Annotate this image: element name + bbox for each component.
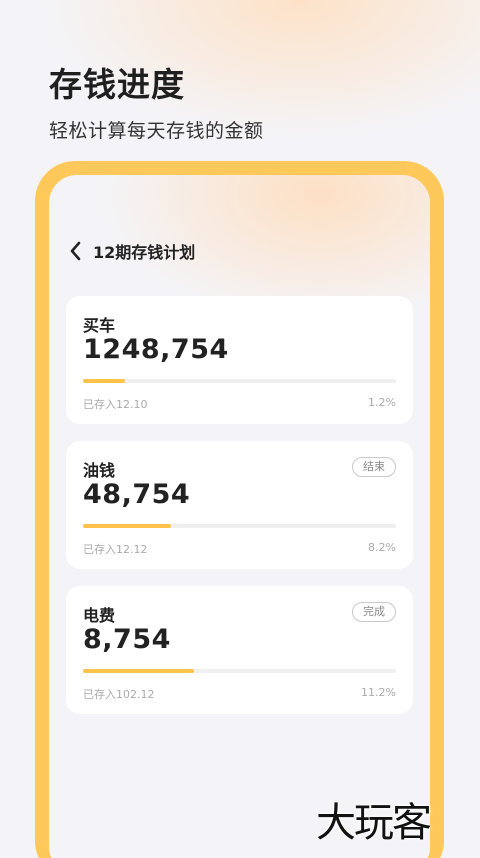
phone-screen: 12期存钱计划 买车 1248,754 已存入12.10 1.2% 油钱 结束 … (49, 175, 430, 858)
watermark-logo: 大玩客 (316, 800, 432, 846)
plan-card-electricity[interactable]: 电费 完成 8,754 已存入102.12 11.2% (66, 586, 413, 714)
page-subtitle: 轻松计算每天存钱的金额 (49, 120, 264, 142)
plan-name: 买车 (83, 316, 116, 335)
status-badge[interactable]: 完成 (352, 602, 396, 622)
plan-percent: 11.2% (361, 686, 396, 699)
plan-percent: 1.2% (368, 396, 396, 409)
plan-amount: 8,754 (83, 624, 171, 655)
plan-name: 油钱 (83, 461, 116, 480)
plan-percent: 8.2% (368, 541, 396, 554)
nav-title: 12期存钱计划 (93, 243, 196, 262)
back-chevron-icon[interactable] (67, 240, 85, 262)
plan-saved-note: 已存入102.12 (83, 688, 155, 701)
plan-amount: 48,754 (83, 479, 191, 510)
plan-name: 电费 (83, 606, 116, 625)
progress-fill (83, 669, 195, 673)
progress-track (83, 524, 396, 528)
plan-card-fuel[interactable]: 油钱 结束 48,754 已存入12.12 8.2% (66, 441, 413, 569)
status-badge[interactable]: 结束 (352, 457, 396, 477)
plan-saved-note: 已存入12.10 (83, 398, 148, 411)
progress-track (83, 669, 396, 673)
plan-saved-note: 已存入12.12 (83, 543, 148, 556)
progress-fill (83, 379, 126, 383)
progress-fill (83, 524, 171, 528)
progress-track (83, 379, 396, 383)
page-title: 存钱进度 (49, 65, 185, 104)
nav-bar: 12期存钱计划 (67, 237, 195, 265)
plan-amount: 1248,754 (83, 334, 229, 365)
plan-card-car[interactable]: 买车 1248,754 已存入12.10 1.2% (66, 296, 413, 424)
